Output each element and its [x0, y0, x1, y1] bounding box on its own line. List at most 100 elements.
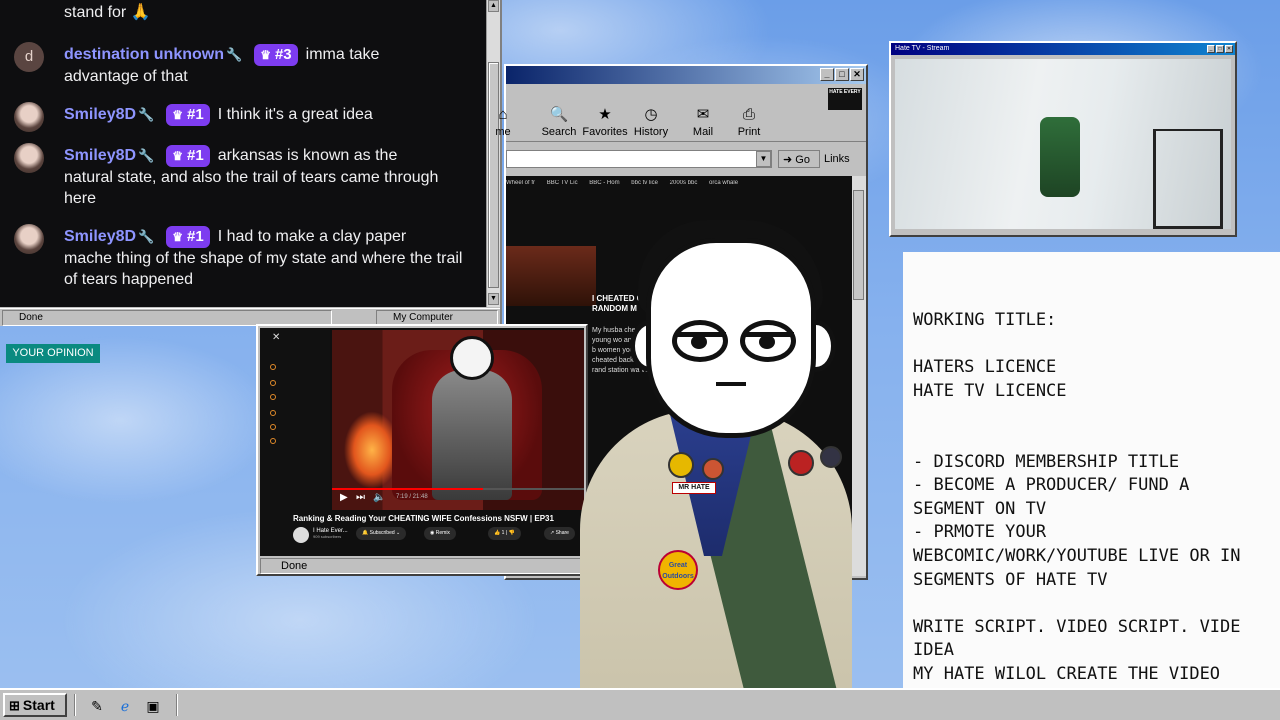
chat-message-text: imma take — [305, 46, 380, 63]
window-title: Hate TV - Stream — [895, 45, 950, 52]
chat-message-text: mache thing of the shape of my state and… — [64, 250, 463, 288]
avatar[interactable] — [14, 102, 44, 132]
player-controls: ▶ ⏭ 🔈 — [340, 492, 386, 503]
title-bar[interactable]: Hate TV - Stream _ □ ✕ — [891, 43, 1235, 55]
your-opinion-button[interactable]: YOUR OPINION — [6, 344, 100, 363]
rail-icon[interactable] — [270, 438, 276, 444]
tab[interactable]: BBC TV Lic — [547, 180, 578, 186]
chat-scrollbar[interactable]: ▲ ▼ — [486, 0, 500, 307]
wrench-icon: 🔧 — [226, 47, 243, 62]
history-button[interactable]: ◷ History — [628, 106, 674, 138]
taskbar-separator — [74, 694, 76, 716]
video-player[interactable] — [332, 330, 584, 510]
notepad-icon[interactable]: ✎ — [86, 696, 108, 716]
rank-badge: ♛ #1 — [166, 226, 210, 248]
share-button[interactable]: ↗ Share — [544, 527, 575, 540]
mail-button[interactable]: ✉ Mail — [680, 106, 726, 138]
notes-line — [913, 592, 1280, 616]
start-button[interactable]: ⊞ Start — [3, 693, 67, 717]
links-button[interactable]: Links — [824, 150, 850, 168]
notes-line: SEGMENT ON TV — [913, 498, 1047, 519]
wrench-icon: 🔧 — [138, 148, 155, 163]
channel-info: I Hate Ever... 909 subscribers — [313, 528, 348, 539]
favorites-button[interactable]: ★ Favorites — [582, 106, 628, 138]
video-progress-bar[interactable] — [332, 488, 584, 490]
print-button[interactable]: ⎙ Print — [726, 106, 772, 138]
remix-icon: ◉ — [430, 530, 435, 536]
close-icon[interactable]: ✕ — [272, 332, 280, 343]
minimize-icon[interactable]: _ — [820, 68, 834, 81]
favorites-icon: ★ — [598, 106, 612, 123]
minimize-icon[interactable]: _ — [1207, 45, 1215, 53]
chat-message: Smiley8D 🔧 ♛ #1 arkansas is known as the nat… — [64, 145, 469, 209]
play-icon[interactable]: ▶ — [340, 492, 348, 503]
volume-icon[interactable]: 🔈 — [373, 492, 385, 503]
search-button[interactable]: 🔍 Search — [536, 106, 582, 138]
tab[interactable]: BBC - Hom — [589, 180, 619, 186]
cartoon-face — [450, 336, 494, 380]
desktop-icon[interactable]: ▣ — [142, 696, 164, 716]
chevron-down-icon[interactable]: ▼ — [756, 151, 771, 167]
chat-message-text: stand for 🙏 — [64, 4, 151, 21]
scrollbar-thumb[interactable] — [488, 62, 499, 288]
crown-icon: ♛ — [172, 149, 183, 163]
chat-message-text: arkansas is known as the — [217, 147, 398, 164]
next-icon[interactable]: ⏭ — [356, 492, 365, 503]
rail-icon[interactable] — [270, 364, 276, 370]
home-button[interactable]: ⌂ me — [480, 106, 526, 138]
avatar[interactable]: d — [14, 42, 44, 72]
chat-username[interactable]: Smiley8D — [64, 228, 136, 245]
address-input[interactable] — [506, 150, 772, 168]
subscribed-button[interactable]: 🔔 Subscribed ⌄ — [356, 527, 407, 540]
rail-icon[interactable] — [270, 380, 276, 386]
fireplace-thumbnail — [506, 246, 596, 306]
rail-icon[interactable] — [270, 410, 276, 416]
taskbar: ⊞ Start ✎ ℯ ▣ — [0, 688, 1280, 720]
tab[interactable]: bbc tv lice — [631, 180, 658, 186]
windows-logo-icon: ⊞ — [9, 698, 20, 713]
video-time: 7:19 / 21:48 — [396, 494, 428, 500]
chat-message-text: advantage of that — [64, 68, 188, 85]
internet-explorer-icon[interactable]: ℯ — [114, 696, 136, 716]
title-bar[interactable]: _ □ ✕ — [506, 66, 866, 84]
close-icon[interactable]: ✕ — [1225, 45, 1233, 53]
tab[interactable]: orca whale — [709, 180, 738, 186]
browser-scrollbar[interactable] — [852, 176, 866, 576]
avatar[interactable] — [14, 143, 44, 173]
remix-button[interactable]: ◉ Remix — [424, 527, 456, 540]
share-icon: ↗ — [550, 530, 555, 536]
scrollbar-thumb[interactable] — [853, 190, 864, 300]
notes-panel: WORKING TITLE: HATERS LICENCE HATE TV LIC… — [903, 252, 1280, 720]
maximize-icon[interactable]: □ — [1216, 45, 1224, 53]
home-icon: ⌂ — [498, 106, 508, 123]
mail-icon: ✉ — [696, 106, 710, 123]
tab[interactable]: 2000s bbc — [670, 180, 698, 186]
chat-username[interactable]: destination unknown — [64, 46, 224, 63]
maximize-icon[interactable]: □ — [835, 68, 849, 81]
notes-line: WRITE SCRIPT. VIDEO SCRIPT. VIDE — [913, 616, 1241, 637]
chat-message: Smiley8D 🔧 ♛ #1 I think it's a great idea — [64, 104, 469, 126]
notes-line — [913, 333, 1280, 357]
chat-username[interactable]: Smiley8D — [64, 106, 136, 123]
notes-line: WORKING TITLE: — [913, 310, 1057, 330]
post-title: I CHEATED ON I RANDOM M — [592, 294, 654, 313]
chat-message-list[interactable]: stand for 🙏 d destination unknown 🔧 ♛ #3 imm… — [0, 0, 486, 307]
print-icon: ⎙ — [742, 106, 755, 123]
tab[interactable]: Wheel of fr — [506, 180, 535, 186]
rail-icon[interactable] — [270, 424, 276, 430]
go-button[interactable]: ➜ Go — [778, 150, 820, 168]
notes-line — [913, 427, 1280, 451]
notes-line: - BECOME A PRODUCER/ FUND A — [913, 475, 1190, 496]
channel-avatar[interactable] — [293, 527, 309, 543]
rail-icon[interactable] — [270, 394, 276, 400]
toolbar: ⌂ me 🔍 Search ★ Favorites ◷ History ✉ Mail ⎙ P… — [495, 102, 866, 142]
like-button[interactable]: 👍 1 | 👎 — [488, 527, 521, 540]
taskbar-separator — [176, 694, 178, 716]
avatar[interactable] — [14, 224, 44, 254]
crown-icon: ♛ — [172, 108, 183, 122]
chat-username[interactable]: Smiley8D — [64, 147, 136, 164]
scroll-up-icon[interactable]: ▲ — [488, 0, 499, 12]
video-title: Ranking & Reading Your CHEATING WIFE Con… — [293, 514, 554, 523]
scroll-down-icon[interactable]: ▼ — [488, 293, 499, 305]
close-icon[interactable]: ✕ — [850, 68, 864, 81]
